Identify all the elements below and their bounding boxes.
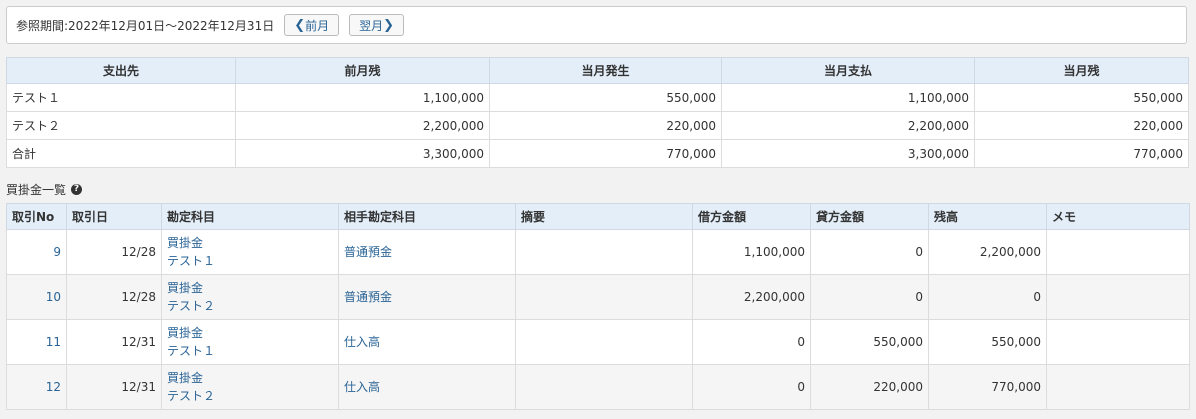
summary-cell-paid: 3,300,000 <box>721 139 975 168</box>
summary-cell-incurred: 550,000 <box>489 83 722 112</box>
summary-cell-payee: テスト２ <box>6 111 236 140</box>
sub-account-link[interactable]: テスト２ <box>167 299 215 313</box>
list-header-debit: 借方金額 <box>692 203 811 230</box>
sub-account-link[interactable]: テスト１ <box>167 254 215 268</box>
balance-cell: 2,200,000 <box>928 229 1047 275</box>
summary-cell-prev-balance: 3,300,000 <box>235 139 490 168</box>
transaction-date: 12/31 <box>66 364 162 410</box>
memo-cell <box>1046 274 1190 320</box>
table-row: 11 12/31 買掛金テスト１ 仕入高 0 550,000 550,000 <box>6 319 1190 365</box>
account-link[interactable]: 買掛金 <box>167 236 203 250</box>
payables-table: 取引No 取引日 勘定科目 相手勘定科目 摘要 借方金額 貸方金額 残高 メモ … <box>6 203 1190 410</box>
debit-cell: 0 <box>692 364 811 410</box>
prev-month-label: 前月 <box>305 18 330 33</box>
chevron-left-icon: ❮ <box>294 17 306 33</box>
debit-cell: 0 <box>692 319 811 365</box>
description-cell <box>515 274 693 320</box>
balance-cell: 770,000 <box>928 364 1047 410</box>
credit-cell: 220,000 <box>810 364 929 410</box>
period-label: 参照期間:2022年12月01日～2022年12月31日 <box>16 18 275 33</box>
summary-cell-prev-balance: 2,200,000 <box>235 111 490 140</box>
next-month-label: 翌月 <box>359 18 384 33</box>
summary-cell-payee: 合計 <box>6 139 236 168</box>
credit-cell: 550,000 <box>810 319 929 365</box>
counter-account-link[interactable]: 仕入高 <box>344 380 380 394</box>
help-icon[interactable]: ? <box>71 184 83 195</box>
summary-cell-paid: 1,100,000 <box>721 83 975 112</box>
list-header-no: 取引No <box>6 203 67 230</box>
transaction-date: 12/28 <box>66 274 162 320</box>
counter-account-link[interactable]: 普通預金 <box>344 245 392 259</box>
period-bar: 参照期間:2022年12月01日～2022年12月31日 ❮ 前月 翌月 ❯ <box>6 6 1187 44</box>
credit-cell: 0 <box>810 274 929 320</box>
list-header-date: 取引日 <box>66 203 162 230</box>
memo-cell <box>1046 319 1190 365</box>
sub-account-link[interactable]: テスト１ <box>167 344 215 358</box>
summary-cell-balance: 770,000 <box>974 139 1189 168</box>
prev-month-button[interactable]: ❮ 前月 <box>284 14 340 36</box>
list-header-credit: 貸方金額 <box>810 203 929 230</box>
transaction-no-link[interactable]: 11 <box>46 335 61 349</box>
next-month-button[interactable]: 翌月 ❯ <box>349 14 405 36</box>
summary-header-paid: 当月支払 <box>721 57 975 84</box>
section-title: 買掛金一覧 ? <box>6 181 83 198</box>
summary-cell-incurred: 220,000 <box>489 111 722 140</box>
summary-cell-incurred: 770,000 <box>489 139 722 168</box>
counter-account-link[interactable]: 仕入高 <box>344 335 380 349</box>
balance-cell: 550,000 <box>928 319 1047 365</box>
transaction-no-link[interactable]: 9 <box>53 245 61 259</box>
table-row: 9 12/28 買掛金テスト１ 普通預金 1,100,000 0 2,200,0… <box>6 229 1190 275</box>
summary-header-balance: 当月残 <box>974 57 1189 84</box>
summary-header-prev-balance: 前月残 <box>235 57 490 84</box>
list-header-description: 摘要 <box>515 203 693 230</box>
account-link[interactable]: 買掛金 <box>167 281 203 295</box>
memo-cell <box>1046 229 1190 275</box>
summary-cell-prev-balance: 1,100,000 <box>235 83 490 112</box>
summary-cell-payee: テスト１ <box>6 83 236 112</box>
summary-cell-balance: 550,000 <box>974 83 1189 112</box>
section-title-label: 買掛金一覧 <box>6 183 67 197</box>
description-cell <box>515 364 693 410</box>
summary-cell-balance: 220,000 <box>974 111 1189 140</box>
memo-cell <box>1046 364 1190 410</box>
debit-cell: 1,100,000 <box>692 229 811 275</box>
summary-table: 支出先 前月残 当月発生 当月支払 当月残 テスト１ 1,100,000 550… <box>6 57 1189 168</box>
account-link[interactable]: 買掛金 <box>167 371 203 385</box>
list-header-balance: 残高 <box>928 203 1047 230</box>
summary-row: テスト１ 1,100,000 550,000 1,100,000 550,000 <box>6 83 1189 112</box>
sub-account-link[interactable]: テスト２ <box>167 389 215 403</box>
summary-header-incurred: 当月発生 <box>489 57 722 84</box>
summary-cell-paid: 2,200,000 <box>721 111 975 140</box>
counter-account-link[interactable]: 普通預金 <box>344 290 392 304</box>
transaction-date: 12/28 <box>66 229 162 275</box>
transaction-date: 12/31 <box>66 319 162 365</box>
table-row: 12 12/31 買掛金テスト２ 仕入高 0 220,000 770,000 <box>6 364 1190 410</box>
account-link[interactable]: 買掛金 <box>167 326 203 340</box>
credit-cell: 0 <box>810 229 929 275</box>
list-header-account: 勘定科目 <box>161 203 339 230</box>
transaction-no-link[interactable]: 12 <box>46 380 61 394</box>
list-header-memo: メモ <box>1046 203 1190 230</box>
description-cell <box>515 319 693 365</box>
summary-row: テスト２ 2,200,000 220,000 2,200,000 220,000 <box>6 111 1189 140</box>
table-row: 10 12/28 買掛金テスト２ 普通預金 2,200,000 0 0 <box>6 274 1190 320</box>
description-cell <box>515 229 693 275</box>
summary-header-payee: 支出先 <box>6 57 236 84</box>
debit-cell: 2,200,000 <box>692 274 811 320</box>
balance-cell: 0 <box>928 274 1047 320</box>
transaction-no-link[interactable]: 10 <box>46 290 61 304</box>
list-header-counter-account: 相手勘定科目 <box>338 203 516 230</box>
summary-total-row: 合計 3,300,000 770,000 3,300,000 770,000 <box>6 139 1189 168</box>
chevron-right-icon: ❯ <box>383 17 395 33</box>
